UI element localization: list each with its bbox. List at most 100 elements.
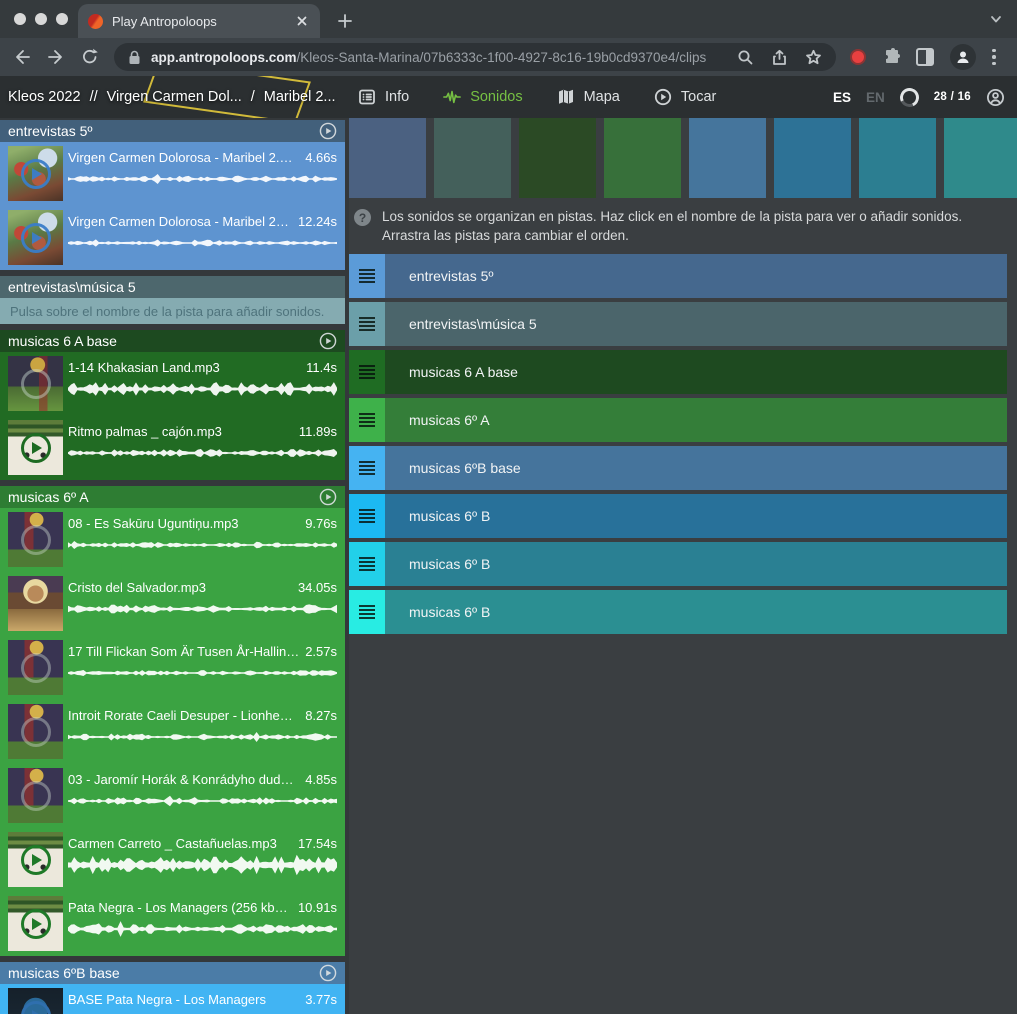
track-color-swatch[interactable]: [689, 118, 766, 198]
track-color-swatch[interactable]: [434, 118, 511, 198]
track-row[interactable]: entrevistas 5º: [349, 254, 1007, 298]
side-panel-icon[interactable]: [916, 48, 934, 66]
clip-play-overlay-icon[interactable]: [21, 223, 51, 253]
account-icon[interactable]: [986, 88, 1005, 107]
nav-tab-tocar[interactable]: Tocar: [654, 88, 716, 106]
track-name[interactable]: musicas 6º A: [385, 398, 1007, 442]
track-color-swatch[interactable]: [349, 118, 426, 198]
track-drag-handle[interactable]: [349, 302, 385, 346]
audio-clip[interactable]: Introit Rorate Caeli Desuper - Lionheart…: [0, 700, 345, 764]
new-tab-button[interactable]: [336, 12, 354, 30]
breadcrumb-remix[interactable]: Virgen Carmen Dol...: [107, 89, 242, 105]
track-row[interactable]: musicas 6º B: [349, 542, 1007, 586]
bookmark-star-icon[interactable]: [805, 49, 822, 66]
clip-meta: Introit Rorate Caeli Desuper - Lionheart…: [68, 707, 337, 724]
audio-clip[interactable]: Ritmo palmas _ cajón.mp311.89s: [0, 416, 345, 480]
window-close-button[interactable]: [14, 13, 26, 25]
clip-play-overlay-icon[interactable]: [21, 159, 51, 189]
extensions-puzzle-icon[interactable]: [882, 47, 902, 67]
reload-button[interactable]: [80, 47, 100, 67]
browser-menu-icon[interactable]: [990, 47, 998, 68]
audio-clip[interactable]: 1-14 Khakasian Land.mp311.4s: [0, 352, 345, 416]
track-color-swatch[interactable]: [944, 118, 1017, 198]
track-name[interactable]: musicas 6º B: [385, 590, 1007, 634]
clip-play-overlay-icon[interactable]: [21, 845, 51, 875]
audio-clip[interactable]: Virgen Carmen Dolorosa - Maribel 2.mp34.…: [0, 142, 345, 206]
nav-tab-info[interactable]: Info: [358, 88, 409, 106]
audio-clip[interactable]: Carmen Carreto _ Castañuelas.mp317.54s: [0, 828, 345, 892]
track-drag-handle[interactable]: [349, 542, 385, 586]
share-icon[interactable]: [771, 49, 788, 66]
track-name[interactable]: entrevistas\música 5: [385, 302, 1007, 346]
clip-waveform: [68, 662, 337, 684]
recording-extension-icon[interactable]: [850, 49, 866, 65]
track-color-swatch[interactable]: [604, 118, 681, 198]
audio-clip[interactable]: 08 - Es Sakūru Uguntiņu.mp39.76s: [0, 508, 345, 572]
clip-play-overlay-icon[interactable]: [21, 369, 51, 399]
audio-clip[interactable]: BASE Pata Negra - Los Managers3.77s: [0, 984, 345, 1014]
breadcrumb[interactable]: Kleos 2022 // Virgen Carmen Dol... / Mar…: [8, 76, 336, 118]
track-name[interactable]: musicas 6ºB base: [385, 446, 1007, 490]
track-drag-handle[interactable]: [349, 494, 385, 538]
tab-search-chevron-icon[interactable]: [989, 12, 1003, 26]
track-section-header[interactable]: musicas 6ºB base: [0, 962, 345, 984]
zoom-page-icon[interactable]: [737, 49, 754, 66]
track-row[interactable]: entrevistas\música 5: [349, 302, 1007, 346]
audio-clip[interactable]: 03 - Jaromír Horák & Konrádyho dudácká .…: [0, 764, 345, 828]
audio-clip[interactable]: Cristo del Salvador.mp334.05s: [0, 572, 345, 636]
clip-play-overlay-icon[interactable]: [21, 433, 51, 463]
track-drag-handle[interactable]: [349, 590, 385, 634]
browser-tab[interactable]: Play Antropoloops: [78, 4, 320, 38]
track-name[interactable]: musicas 6º B: [385, 542, 1007, 586]
breadcrumb-page[interactable]: Maribel 2...: [264, 89, 336, 105]
audio-clip[interactable]: Pata Negra - Los Managers (256 kbps).mp3…: [0, 892, 345, 956]
track-row[interactable]: musicas 6 A base: [349, 350, 1007, 394]
track-color-swatch[interactable]: [859, 118, 936, 198]
clip-play-overlay-icon[interactable]: [21, 781, 51, 811]
track-play-button[interactable]: [319, 964, 337, 982]
track-name[interactable]: musicas 6º B: [385, 494, 1007, 538]
track-play-button[interactable]: [319, 488, 337, 506]
track-name[interactable]: entrevistas 5º: [385, 254, 1007, 298]
forward-button[interactable]: [46, 47, 66, 67]
clip-play-overlay-icon[interactable]: [21, 525, 51, 555]
track-section-header[interactable]: entrevistas\música 5: [0, 276, 345, 298]
track-section-header[interactable]: entrevistas 5º: [0, 120, 345, 142]
track-play-button[interactable]: [319, 122, 337, 140]
breadcrumb-project[interactable]: Kleos 2022: [8, 89, 81, 105]
track-row[interactable]: musicas 6º B: [349, 590, 1007, 634]
profile-avatar[interactable]: [950, 44, 976, 70]
nav-tab-sonidos[interactable]: Sonidos: [443, 88, 522, 106]
audio-clip[interactable]: 17 Till Flickan Som Är Tusen År-Halling …: [0, 636, 345, 700]
tab-close-icon[interactable]: [294, 13, 310, 29]
address-bar[interactable]: app.antropoloops.com/Kleos-Santa-Marina/…: [114, 43, 836, 71]
track-drag-handle[interactable]: [349, 350, 385, 394]
clip-play-overlay-icon[interactable]: [21, 717, 51, 747]
back-button[interactable]: [12, 47, 32, 67]
clip-thumbnail: [8, 210, 63, 265]
track-drag-handle[interactable]: [349, 446, 385, 490]
clip-play-overlay-icon[interactable]: [21, 653, 51, 683]
clip-waveform: [68, 854, 337, 876]
track-drag-handle[interactable]: [349, 254, 385, 298]
window-minimize-button[interactable]: [35, 13, 47, 25]
track-row[interactable]: musicas 6º A: [349, 398, 1007, 442]
clip-play-overlay-icon[interactable]: [21, 909, 51, 939]
lang-en-button[interactable]: EN: [866, 90, 885, 105]
track-section: entrevistas\música 5Pulsa sobre el nombr…: [0, 276, 345, 324]
track-drag-handle[interactable]: [349, 398, 385, 442]
track-color-swatch[interactable]: [774, 118, 851, 198]
clip-play-overlay-icon[interactable]: [21, 1001, 51, 1014]
window-zoom-button[interactable]: [56, 13, 68, 25]
track-section-header[interactable]: musicas 6º A: [0, 486, 345, 508]
track-row[interactable]: musicas 6ºB base: [349, 446, 1007, 490]
clip-duration: 3.77s: [305, 991, 337, 1008]
nav-tab-mapa[interactable]: Mapa: [557, 88, 620, 106]
track-section-header[interactable]: musicas 6 A base: [0, 330, 345, 352]
track-row[interactable]: musicas 6º B: [349, 494, 1007, 538]
audio-clip[interactable]: Virgen Carmen Dolorosa - Maribel 2.mp312…: [0, 206, 345, 270]
track-play-button[interactable]: [319, 332, 337, 350]
lang-es-button[interactable]: ES: [833, 90, 851, 105]
track-color-swatch[interactable]: [519, 118, 596, 198]
track-name[interactable]: musicas 6 A base: [385, 350, 1007, 394]
